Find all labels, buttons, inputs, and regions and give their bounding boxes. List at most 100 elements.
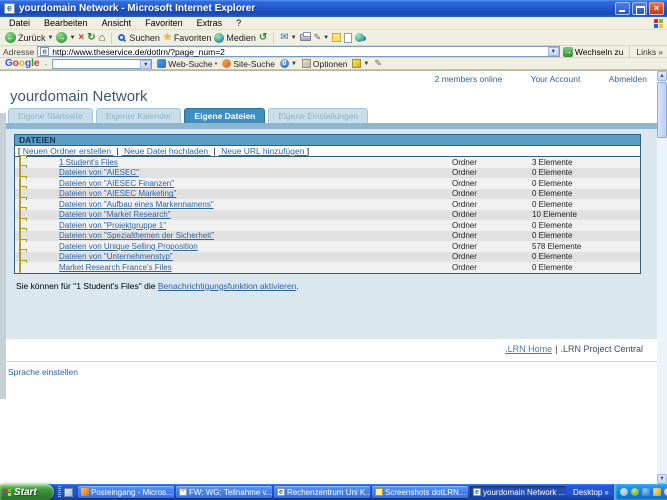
menu-item[interactable]: Extras <box>190 18 230 28</box>
file-type-cell: Ordner <box>452 200 532 209</box>
file-count-cell: 0 Elemente <box>532 231 640 240</box>
file-name-link[interactable]: Market Research France's Files <box>59 263 172 272</box>
home-button[interactable]: ⌂ <box>99 33 106 43</box>
menu-item[interactable]: Ansicht <box>95 18 139 28</box>
file-row: Dateien von "AIESEC" Ordner 0 Elemente <box>15 168 640 179</box>
edit-button[interactable]: ✎ ▼ <box>314 32 330 43</box>
web-search-label: Web-Suche <box>168 59 212 69</box>
file-name-link[interactable]: Dateien von "Market Research" <box>59 210 171 219</box>
tab[interactable]: Eigene Dateien <box>184 108 265 123</box>
messenger-button[interactable] <box>355 33 367 42</box>
desktop-chevron-icon[interactable]: » <box>604 488 608 497</box>
lrn-home-link[interactable]: .LRN Home <box>505 344 552 354</box>
file-name-link[interactable]: Dateien von "Unternehmenstyp" <box>59 252 173 261</box>
file-type-cell: Ordner <box>452 189 532 198</box>
vertical-scrollbar[interactable]: ▲ ▼ <box>657 71 667 484</box>
media-button[interactable]: Medien <box>214 33 256 43</box>
discuss-button[interactable] <box>332 33 341 42</box>
update-icon[interactable] <box>653 488 661 496</box>
portlet-action-link[interactable]: Neue Datei hochladen <box>122 146 211 156</box>
menu-item[interactable]: ? <box>229 18 248 28</box>
tab[interactable]: Eigener Kalender <box>96 108 182 123</box>
start-button[interactable]: Start <box>0 484 54 500</box>
file-name-link[interactable]: Dateien von "AIESEC Marketing" <box>59 189 176 198</box>
google-input-dropdown-icon[interactable]: ▼ <box>140 60 151 69</box>
file-name-link[interactable]: 1 Student's Files <box>59 158 118 167</box>
page-info-button[interactable]: 0 ▼ <box>280 59 297 68</box>
file-name-link[interactable]: Dateien von "Spezialthemen der Sicherhei… <box>59 231 214 240</box>
address-dropdown-icon[interactable]: ▼ <box>548 47 559 56</box>
logout-link[interactable]: Abmelden <box>609 74 647 84</box>
file-name-link[interactable]: Dateien von "Aufbau eines Markennamens" <box>59 200 214 209</box>
show-desktop-icon[interactable] <box>64 488 73 497</box>
forward-button[interactable]: → ▼ <box>56 32 75 43</box>
highlight-button[interactable]: ▼ <box>352 59 369 68</box>
notification-link[interactable]: Benachrichtigungsfunktion aktivieren <box>158 281 296 291</box>
refresh-button[interactable]: ↻ <box>87 32 95 43</box>
portlet-action-link[interactable]: Neue URL hinzufügen <box>219 146 307 156</box>
scroll-up-icon[interactable]: ▲ <box>657 71 667 81</box>
shield-icon[interactable] <box>631 488 639 496</box>
taskbar-task-button[interactable]: e Rechenzentrum Uni K... <box>274 486 370 498</box>
file-name-cell: Dateien von "AIESEC Marketing" <box>35 189 452 198</box>
highlight-dropdown-icon[interactable]: ▼ <box>363 61 369 67</box>
menu-item[interactable]: Bearbeiten <box>37 18 95 28</box>
menu-items: DateiBearbeitenAnsichtFavoritenExtras? <box>2 18 248 28</box>
scrollbar-thumb[interactable] <box>657 82 667 138</box>
pencil-icon[interactable]: ✎ <box>374 58 382 69</box>
mail-dropdown-icon[interactable]: ▼ <box>291 35 297 41</box>
language-link[interactable]: Sprache einstellen <box>8 367 657 377</box>
lrn-project-central-link[interactable]: .LRN Project Central <box>560 344 643 354</box>
research-button[interactable] <box>344 33 352 43</box>
mail-button[interactable]: ✉ ▼ <box>280 32 296 43</box>
maximize-button[interactable] <box>632 2 647 15</box>
google-toolbar: Google - ▼ Web-Suche • Site-Suche 0 ▼ Op… <box>0 58 667 70</box>
favorites-button[interactable]: ★ Favoriten <box>163 32 212 43</box>
taskbar-task-button[interactable]: e yourdomain Network ... <box>470 486 566 498</box>
print-button[interactable] <box>300 34 311 41</box>
forward-icon: → <box>56 32 67 43</box>
desktop-toolbar[interactable]: Desktop » <box>573 488 609 497</box>
file-table: 1 Student's Files Ordner 3 Elemente Date… <box>14 156 641 274</box>
file-name-link[interactable]: Dateien von "AIESEC Finanzen" <box>59 179 174 188</box>
file-name-link[interactable]: Dateien von "AIESEC" <box>59 168 139 177</box>
options-button[interactable]: Optionen <box>302 59 348 69</box>
site-search-button[interactable]: Site-Suche <box>222 59 275 69</box>
web-search-button[interactable]: Web-Suche • <box>157 59 217 69</box>
links-menu[interactable]: Links » <box>636 47 663 57</box>
taskbar: Start Posteingang - Micros... FW: WG: Te… <box>0 484 667 500</box>
forward-dropdown-icon[interactable]: ▼ <box>69 35 75 41</box>
menu-item[interactable]: Datei <box>2 18 37 28</box>
file-name-link[interactable]: Dateien von "Projektgruppe 1" <box>59 221 166 230</box>
scroll-down-icon[interactable]: ▼ <box>657 474 667 484</box>
taskbar-task-button[interactable]: FW: WG: Teilnahme v... <box>176 486 272 498</box>
your-account-link[interactable]: Your Account <box>531 74 581 84</box>
home-icon: ⌂ <box>99 33 106 43</box>
google-logo[interactable]: Google <box>5 58 39 69</box>
taskbar-task-button[interactable]: Posteingang - Micros... <box>78 486 174 498</box>
file-type-cell: Ordner <box>452 168 532 177</box>
back-dropdown-icon[interactable]: ▼ <box>48 35 54 41</box>
go-button[interactable]: → Wechseln zu <box>563 47 624 57</box>
address-input[interactable]: e http://www.theservice.de/dotlrn/?page_… <box>37 46 560 57</box>
tab[interactable]: Eigene Einstellungen <box>268 108 368 123</box>
google-search-input[interactable]: ▼ <box>52 59 152 69</box>
minimize-button[interactable] <box>615 2 630 15</box>
messenger-icon[interactable] <box>620 488 628 496</box>
task-label: Rechenzentrum Uni K... <box>287 488 370 497</box>
tab[interactable]: Eigene Startseite <box>8 108 93 123</box>
close-button[interactable]: × <box>649 2 664 15</box>
edit-dropdown-icon[interactable]: ▼ <box>323 35 329 41</box>
history-button[interactable]: ↺ <box>259 32 267 43</box>
info-dropdown-icon[interactable]: ▼ <box>291 61 297 67</box>
menu-item[interactable]: Favoriten <box>138 18 190 28</box>
quick-launch-handle-icon[interactable] <box>58 486 61 498</box>
network-icon[interactable] <box>642 488 650 496</box>
file-row: Market Research France's Files Ordner 0 … <box>15 262 640 273</box>
search-button[interactable]: Suchen <box>118 33 160 43</box>
stop-button[interactable]: × <box>78 32 84 43</box>
file-name-link[interactable]: Dateien von Unique Selling Proposition <box>59 242 198 251</box>
taskbar-task-button[interactable]: Screenshots dotLRN... <box>372 486 468 498</box>
portlet-action-link[interactable]: Neuen Ordner erstellen <box>20 146 113 156</box>
back-button[interactable]: ← Zurück ▼ <box>5 32 53 43</box>
